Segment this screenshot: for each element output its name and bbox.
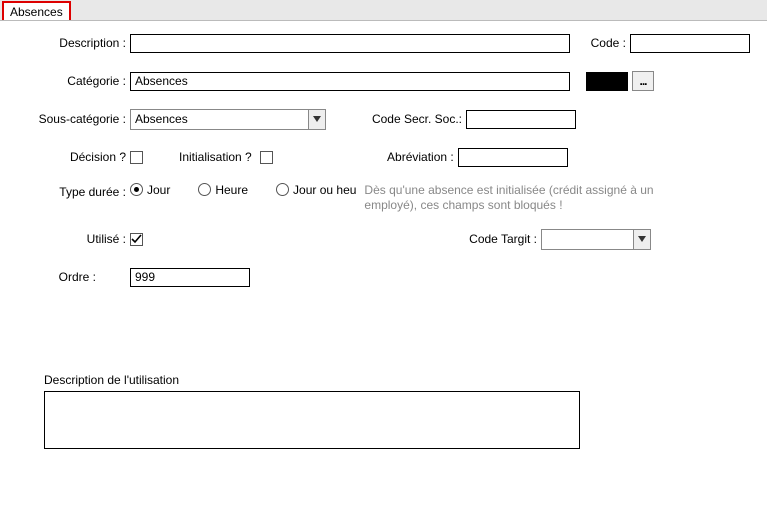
chevron-down-icon	[633, 230, 650, 249]
code-input[interactable]	[630, 34, 750, 53]
decision-checkbox[interactable]	[130, 151, 143, 164]
radio-jour-ou-heure[interactable]	[276, 183, 289, 196]
form-panel: Description : Code : Catégorie : ... Sou…	[0, 21, 767, 449]
chevron-down-icon	[308, 110, 325, 129]
radio-jour-label: Jour	[147, 183, 170, 197]
abreviation-input[interactable]	[458, 148, 568, 167]
tab-bar: Absences	[0, 0, 767, 21]
radio-heure[interactable]	[198, 183, 211, 196]
description-input[interactable]	[130, 34, 570, 53]
decision-label: Décision ?	[0, 150, 130, 164]
utilise-checkbox[interactable]	[130, 233, 143, 246]
sous-categorie-label: Sous-catégorie :	[0, 112, 130, 126]
sous-categorie-value: Absences	[135, 112, 188, 126]
code-secr-soc-label: Code Secr. Soc.:	[326, 112, 466, 126]
tab-absences[interactable]: Absences	[2, 1, 71, 20]
ordre-label: Ordre :	[0, 270, 100, 284]
abreviation-label: Abréviation :	[273, 150, 458, 164]
radio-heure-label: Heure	[215, 183, 248, 197]
desc-util-textarea[interactable]	[44, 391, 580, 449]
code-secr-soc-input[interactable]	[466, 110, 576, 129]
check-icon	[131, 234, 142, 245]
code-targit-label: Code Targit :	[143, 232, 541, 246]
desc-util-label: Description de l'utilisation	[44, 373, 767, 387]
hint-text: Dès qu'une absence est initialisée (créd…	[364, 183, 689, 213]
radio-jour-ou-heure-label: Jour ou heu	[293, 183, 356, 197]
ordre-input[interactable]	[130, 268, 250, 287]
color-picker-button[interactable]: ...	[632, 71, 654, 91]
radio-jour[interactable]	[130, 183, 143, 196]
color-swatch	[586, 72, 628, 91]
code-label: Code :	[570, 36, 630, 50]
categorie-label: Catégorie :	[0, 74, 130, 88]
utilise-label: Utilisé :	[0, 232, 130, 246]
initialisation-checkbox[interactable]	[260, 151, 273, 164]
code-targit-select[interactable]	[541, 229, 651, 250]
description-label: Description :	[0, 36, 130, 50]
sous-categorie-select[interactable]: Absences	[130, 109, 326, 130]
initialisation-label: Initialisation ?	[179, 150, 256, 164]
categorie-input[interactable]	[130, 72, 570, 91]
type-duree-label: Type durée :	[0, 183, 130, 199]
